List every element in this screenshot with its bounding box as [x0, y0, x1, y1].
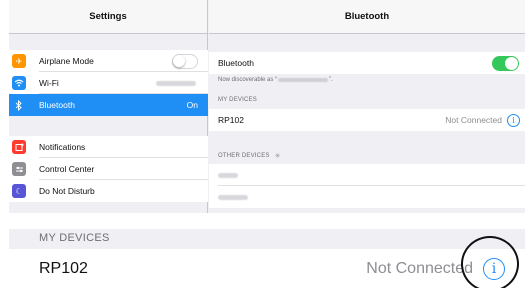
sidebar-item-control-center[interactable]: Control Center	[9, 158, 208, 180]
sidebar-item-label: Notifications	[39, 142, 86, 152]
blurred-device-name	[278, 78, 329, 82]
device-status: Not Connected	[445, 115, 502, 125]
blurred-device-name	[218, 194, 248, 200]
my-devices-group: RP102 Not Connected i	[209, 109, 525, 131]
sidebar-item-notifications[interactable]: Notifications	[9, 136, 208, 158]
my-devices-header: MY DEVICES	[218, 97, 257, 103]
bluetooth-toggle-row: Bluetooth	[209, 52, 525, 74]
activity-spinner-icon: ✳	[274, 153, 281, 160]
sidebar-item-wifi[interactable]: Wi-Fi	[9, 72, 208, 94]
sidebar-item-label: Bluetooth	[39, 100, 75, 110]
device-name: RP102	[218, 115, 244, 125]
bluetooth-nav-bar: Bluetooth	[209, 0, 525, 34]
ipad-screen: Settings ✈ Airplane Mode Wi-Fi Bluetooth…	[9, 0, 525, 213]
toggle-knob	[505, 56, 518, 70]
zoom-device-row-rp102[interactable]: RP102 Not Connected i	[9, 249, 525, 288]
bluetooth-detail-pane: Bluetooth Bluetooth Now discoverable as …	[209, 0, 525, 213]
toggle-knob	[173, 54, 185, 67]
zoom-device-name: RP102	[39, 259, 88, 277]
sidebar-item-bluetooth[interactable]: Bluetooth On	[9, 94, 208, 116]
other-device-row[interactable]	[209, 186, 525, 208]
zoom-my-devices-header: MY DEVICES	[39, 232, 110, 244]
sidebar-item-label: Wi-Fi	[39, 78, 59, 88]
highlight-circle	[461, 236, 519, 288]
bluetooth-status-value: On	[186, 100, 198, 110]
settings-nav-bar: Settings	[9, 0, 207, 34]
info-icon[interactable]: i	[507, 113, 520, 127]
other-device-row[interactable]	[209, 164, 525, 186]
bluetooth-icon	[12, 98, 26, 112]
discoverable-note: Now discoverable as “ ”.	[218, 77, 333, 83]
discoverable-prefix: Now discoverable as “	[218, 77, 278, 83]
settings-group-system: Notifications Control Center ☾ Do Not Di…	[9, 136, 208, 202]
sidebar-item-airplane-mode[interactable]: ✈ Airplane Mode	[9, 50, 208, 72]
settings-title: Settings	[89, 11, 127, 22]
sidebar-item-label: Airplane Mode	[39, 56, 94, 66]
bluetooth-toggle-label: Bluetooth	[218, 58, 254, 68]
zoom-device-status: Not Connected	[366, 259, 473, 277]
other-devices-group	[209, 164, 525, 208]
settings-sidebar: Settings ✈ Airplane Mode Wi-Fi Bluetooth…	[9, 0, 208, 213]
other-devices-header: OTHER DEVICES ✳	[218, 152, 281, 160]
sidebar-item-label: Control Center	[39, 164, 95, 174]
bluetooth-toggle[interactable]	[492, 55, 519, 71]
other-devices-label: OTHER DEVICES	[218, 153, 270, 159]
sidebar-item-do-not-disturb[interactable]: ☾ Do Not Disturb	[9, 180, 208, 202]
blurred-device-name	[218, 172, 238, 178]
bluetooth-title: Bluetooth	[344, 11, 390, 22]
device-row-rp102[interactable]: RP102 Not Connected i	[209, 109, 525, 131]
zoomed-my-devices: MY DEVICES RP102 Not Connected i	[9, 229, 525, 288]
airplane-icon: ✈	[12, 54, 26, 68]
sidebar-item-label: Do Not Disturb	[39, 186, 95, 196]
bluetooth-toggle-group: Bluetooth	[209, 52, 525, 74]
blurred-network-name	[156, 80, 196, 86]
discoverable-suffix: ”.	[329, 77, 333, 83]
airplane-mode-toggle[interactable]	[172, 53, 198, 69]
wifi-icon	[12, 76, 26, 90]
moon-icon: ☾	[12, 184, 26, 198]
notifications-icon	[12, 140, 26, 154]
settings-group-connectivity: ✈ Airplane Mode Wi-Fi Bluetooth On	[9, 50, 208, 116]
control-center-icon	[12, 162, 26, 176]
